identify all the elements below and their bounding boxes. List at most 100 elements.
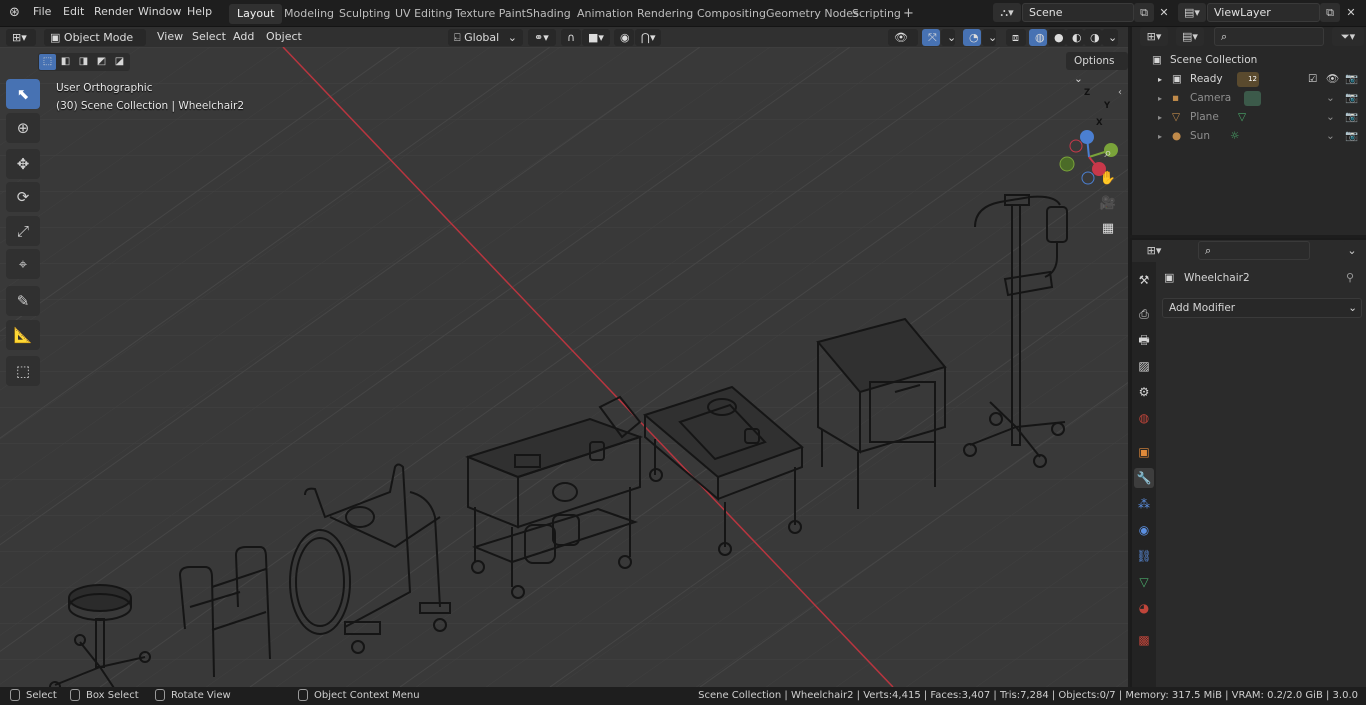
camera-view-icon[interactable]: 🎥 [1097,193,1119,215]
measure-tool-icon[interactable]: 📐 [6,320,40,350]
outliner-row-ready[interactable]: ▸ ▣ Ready 12 ☑ 👁 📷 [1132,70,1366,89]
menu-help[interactable]: Help [187,5,212,18]
blender-logo-icon[interactable]: ⊛ [9,5,20,20]
shading-material-icon[interactable]: ◐ [1066,29,1084,46]
editor-type-icon[interactable]: ⊞▾ [6,29,36,46]
select-new-icon[interactable]: ⬚ [39,54,56,70]
constraints-tab-icon[interactable]: ⛓ [1134,546,1154,566]
shading-solid-icon[interactable]: ● [1048,29,1066,46]
viewlayer-browse-icon[interactable]: ▤▾ [1178,3,1206,22]
hidden-eye-icon[interactable]: ⌄ [1326,127,1335,146]
props-editor-type-icon[interactable]: ⊞▾ [1140,241,1168,260]
expand-icon[interactable]: ▸ [1158,108,1162,127]
new-scene-icon[interactable]: ⧉ [1134,3,1154,22]
select-extend-icon[interactable]: ◧ [57,54,74,70]
mode-select[interactable]: ▣ Object Mode ⌄ [44,29,146,61]
object-tab-icon[interactable]: ▣ [1134,442,1154,462]
transform-tool-icon[interactable]: ⌖ [6,249,40,279]
expand-icon[interactable]: ▸ [1158,127,1162,146]
scene-tab-icon[interactable]: ⚙ [1134,382,1154,402]
menu-add[interactable]: Add [233,30,254,43]
select-box-tool-icon[interactable]: ⬉ [6,79,40,109]
outliner-editor-type-icon[interactable]: ⊞▾ [1140,27,1168,46]
tab-layout[interactable]: Layout [229,4,283,24]
eye-icon[interactable]: 👁 [1326,70,1339,89]
props-options-icon[interactable]: ⌄ [1342,241,1362,260]
camera-render-icon[interactable]: 📷 [1345,127,1358,146]
visibility-icon[interactable]: 👁▾ [888,29,918,61]
ortho-grid-icon[interactable]: ▦ [1097,218,1119,240]
proportional-edit-icon[interactable]: ◉ [614,29,634,46]
shading-dropdown-icon[interactable]: ⌄ [1102,29,1118,46]
add-workspace-button[interactable]: + [895,4,922,24]
tool-tab-icon[interactable]: ⚒ [1134,270,1154,290]
world-tab-icon[interactable]: ◍ [1134,408,1154,428]
render-tab-icon[interactable]: ⎙ [1134,304,1154,324]
snap-icon[interactable]: ∩ [561,29,581,46]
menu-file[interactable]: File [33,5,51,18]
menu-window[interactable]: Window [138,5,181,18]
select-intersect-icon[interactable]: ◪ [111,54,128,70]
camera-render-icon[interactable]: 📷 [1345,89,1358,108]
hidden-eye-icon[interactable]: ⌄ [1326,108,1335,127]
move-tool-icon[interactable]: ✥ [6,149,40,179]
3d-viewport[interactable]: Y Z X User Orthographic (30) Scene Colle… [0,47,1128,687]
cursor-tool-icon[interactable]: ⊕ [6,113,40,143]
overlay-toggle-icon[interactable]: ◔ [963,29,981,46]
expand-icon[interactable]: ▸ [1158,70,1162,89]
xray-icon[interactable]: ⧈ [1006,29,1026,46]
filter-icon[interactable]: ⏷▾ [1332,27,1364,46]
camera-render-icon[interactable]: 📷 [1345,108,1358,127]
scene-name-field[interactable]: Scene [1022,3,1134,22]
gizmo-toggle-icon[interactable]: ⤧ [922,29,940,46]
display-mode-icon[interactable]: ▤▾ [1176,27,1204,46]
pin-icon[interactable]: ⚲ [1346,268,1354,288]
snap-target-icon[interactable]: ■▾ [582,29,610,46]
menu-edit[interactable]: Edit [63,5,84,18]
outliner-row-scene-collection[interactable]: ▣ Scene Collection [1132,51,1366,70]
checkbox-icon[interactable]: ☑ [1308,70,1317,89]
transform-orientation-select[interactable]: ⍇ Global ⌄ [448,29,523,46]
menu-select[interactable]: Select [192,30,226,43]
hidden-eye-icon[interactable]: ⌄ [1326,89,1335,108]
new-viewlayer-icon[interactable]: ⧉ [1320,3,1340,22]
add-cube-tool-icon[interactable]: ⬚ [6,356,40,386]
scale-tool-icon[interactable]: ⤢ [6,216,40,246]
menu-render[interactable]: Render [94,5,133,18]
outliner-row-sun[interactable]: ▸ ● Sun ☼ ⌄ 📷 [1132,127,1366,146]
add-modifier-button[interactable]: Add Modifier ⌄ [1162,298,1362,318]
outliner-search-input[interactable]: ⌕ [1214,27,1324,46]
scene-browse-icon[interactable]: ⛬▾ [993,3,1021,22]
pan-hand-icon[interactable]: ✋ [1097,168,1119,190]
props-search-input[interactable]: ⌕ [1198,241,1310,260]
expand-icon[interactable]: ▸ [1158,89,1162,108]
options-button[interactable]: Options ⌄ [1066,52,1128,85]
rotate-tool-icon[interactable]: ⟳ [6,182,40,212]
view-layer-field[interactable]: ViewLayer [1207,3,1320,22]
falloff-icon[interactable]: ⋂▾ [635,29,661,46]
material-tab-icon[interactable]: ◕ [1134,598,1154,618]
delete-scene-icon[interactable]: ✕ [1154,3,1174,22]
particles-tab-icon[interactable]: ⁂ [1134,494,1154,514]
zoom-icon[interactable]: ⌕ [1097,143,1119,165]
delete-viewlayer-icon[interactable]: ✕ [1341,3,1361,22]
outliner-row-plane[interactable]: ▸ ▽ Plane ▽ ⌄ 📷 [1132,108,1366,127]
gizmo-dropdown-icon[interactable]: ⌄ [941,29,956,46]
view-layer-tab-icon[interactable]: ▨ [1134,356,1154,376]
shading-rendered-icon[interactable]: ◑ [1084,29,1102,46]
outliner-row-camera[interactable]: ▸ ▪ Camera ⌄ 📷 [1132,89,1366,108]
select-subtract-icon[interactable]: ◨ [75,54,92,70]
camera-render-icon[interactable]: 📷 [1345,70,1358,89]
select-invert-icon[interactable]: ◩ [93,54,110,70]
menu-object[interactable]: Object [266,30,302,43]
texture-tab-icon[interactable]: ▩ [1134,630,1154,650]
shading-wireframe-icon[interactable]: ◍ [1029,29,1047,46]
menu-view[interactable]: View [157,30,183,43]
data-tab-icon[interactable]: ▽ [1134,572,1154,592]
modifier-tab-icon[interactable]: 🔧 [1134,468,1154,488]
pivot-icon[interactable]: ⚭▾ [528,29,556,46]
physics-tab-icon[interactable]: ◉ [1134,520,1154,540]
output-tab-icon[interactable]: 🖶 [1134,330,1154,350]
sidebar-toggle-icon[interactable]: ‹ [1118,87,1122,98]
overlay-dropdown-icon[interactable]: ⌄ [982,29,997,46]
